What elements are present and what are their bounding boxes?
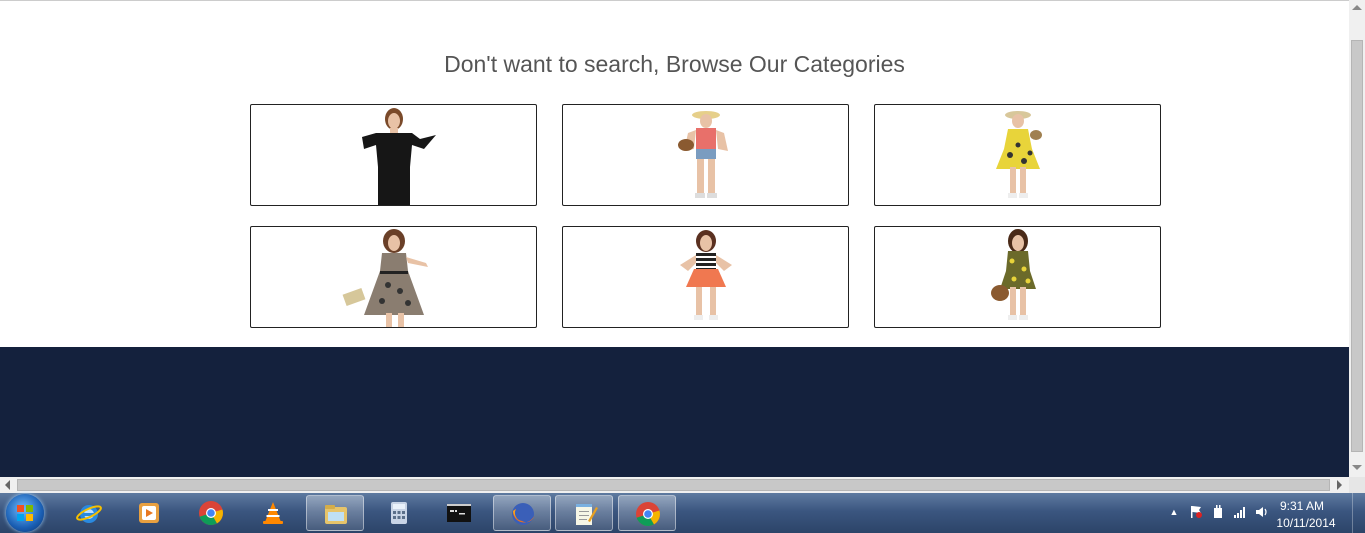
chrome-icon xyxy=(636,502,660,526)
taskbar-chrome[interactable] xyxy=(182,495,240,531)
browse-categories-heading: Don't want to search, Browse Our Categor… xyxy=(444,51,905,77)
taskbar-command-prompt[interactable] xyxy=(430,495,488,531)
model-image xyxy=(995,111,1042,198)
show-hidden-icons-icon[interactable]: ▲ xyxy=(1167,505,1181,519)
vertical-scroll-thumb[interactable] xyxy=(1351,40,1363,452)
vertical-scrollbar[interactable] xyxy=(1349,0,1365,477)
model-image xyxy=(990,229,1036,320)
file-explorer-icon xyxy=(325,505,347,524)
model-image xyxy=(361,108,436,205)
windows-taskbar: ▲ 9:31 AM 10/11/2014 xyxy=(0,493,1365,533)
taskbar-internet-explorer[interactable] xyxy=(60,495,118,531)
model-image xyxy=(342,229,428,327)
model-image xyxy=(677,111,728,198)
command-prompt-icon xyxy=(447,504,471,522)
clock-date[interactable]: 10/11/2014 xyxy=(1267,516,1345,530)
taskbar-file-explorer[interactable] xyxy=(306,495,364,531)
category-card-black-outfit[interactable] xyxy=(250,104,537,206)
internet-explorer-icon xyxy=(76,505,102,523)
clock-time[interactable]: 9:31 AM xyxy=(1267,499,1337,513)
taskbar-chrome-window[interactable] xyxy=(618,495,676,531)
model-image xyxy=(679,230,732,320)
network-signal-icon[interactable] xyxy=(1233,505,1247,519)
calculator-icon xyxy=(391,502,407,524)
notepad-icon xyxy=(576,504,598,525)
category-card-denim-shorts[interactable] xyxy=(562,104,849,206)
power-plug-icon[interactable] xyxy=(1211,505,1225,519)
taskbar-vlc[interactable] xyxy=(244,495,302,531)
category-card-olive-floral-dress[interactable] xyxy=(874,226,1161,328)
firefox-icon xyxy=(512,503,534,525)
taskbar-calculator[interactable] xyxy=(370,495,428,531)
show-desktop-button[interactable] xyxy=(1352,493,1365,533)
scroll-left-arrow-icon[interactable] xyxy=(5,480,10,490)
vlc-icon xyxy=(263,502,283,524)
scroll-right-arrow-icon[interactable] xyxy=(1337,480,1342,490)
system-tray: ▲ 9:31 AM 10/11/2014 xyxy=(1155,493,1365,533)
chrome-icon xyxy=(199,501,223,525)
taskbar-media-player[interactable] xyxy=(120,495,178,531)
browser-page: Don't want to search, Browse Our Categor… xyxy=(0,0,1349,477)
media-player-icon xyxy=(139,503,159,523)
scroll-down-arrow-icon[interactable] xyxy=(1352,465,1362,470)
start-button[interactable] xyxy=(6,494,44,532)
scrollbar-corner xyxy=(1349,477,1365,493)
taskbar-notepad[interactable] xyxy=(555,495,613,531)
horizontal-scrollbar[interactable] xyxy=(0,477,1349,493)
action-center-flag-icon[interactable] xyxy=(1189,505,1203,519)
horizontal-scroll-thumb[interactable] xyxy=(17,479,1330,491)
scroll-up-arrow-icon[interactable] xyxy=(1352,5,1362,10)
category-card-yellow-floral-dress[interactable] xyxy=(874,104,1161,206)
taskbar-firefox[interactable] xyxy=(493,495,551,531)
windows-logo-icon xyxy=(17,505,33,521)
category-card-leopard-print-dress[interactable] xyxy=(250,226,537,328)
page-footer xyxy=(0,347,1349,477)
category-card-orange-skirt[interactable] xyxy=(562,226,849,328)
